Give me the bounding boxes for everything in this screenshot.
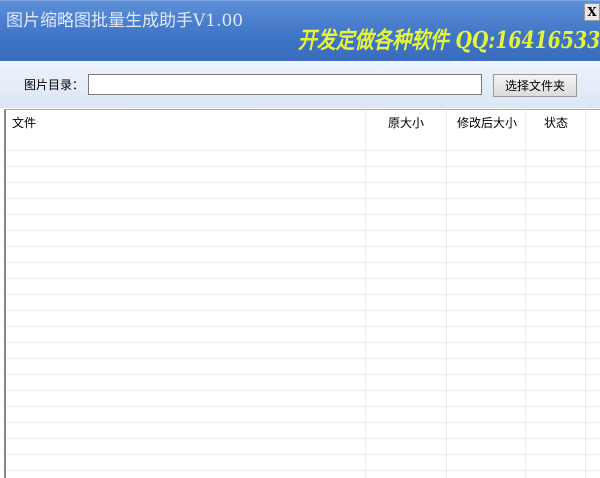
row-divider <box>6 230 600 231</box>
row-divider <box>6 198 600 199</box>
window-title: 图片缩略图批量生成助手V1.00 <box>6 11 244 31</box>
close-button[interactable]: X <box>584 3 600 21</box>
row-divider <box>6 150 600 151</box>
dir-label: 图片目录： <box>24 78 85 92</box>
row-divider <box>6 390 600 391</box>
row-divider <box>6 214 600 215</box>
select-folder-button[interactable]: 选择文件夹 <box>493 74 577 97</box>
row-divider <box>6 406 600 407</box>
column-header-status[interactable]: 状态 <box>526 110 586 136</box>
row-divider <box>6 342 600 343</box>
row-divider <box>6 246 600 247</box>
row-divider <box>6 454 600 455</box>
column-header-new-size[interactable]: 修改后大小 <box>447 110 527 136</box>
row-divider <box>6 166 600 167</box>
column-header-original-size[interactable]: 原大小 <box>366 110 446 136</box>
column-header-file[interactable]: 文件 <box>12 110 36 136</box>
row-divider <box>6 438 600 439</box>
file-list[interactable]: 文件 原大小 修改后大小 状态 <box>4 109 600 478</box>
toolbar: 图片目录： 选择文件夹 <box>0 61 600 108</box>
row-divider <box>6 262 600 263</box>
dir-input[interactable] <box>88 74 482 95</box>
row-divider <box>6 310 600 311</box>
row-divider <box>6 374 600 375</box>
row-divider <box>6 278 600 279</box>
title-bar: 图片缩略图批量生成助手V1.00 开发定做各种软件 QQ:1641653330 … <box>0 0 600 61</box>
promo-text: 开发定做各种软件 QQ:1641653330 <box>298 27 600 54</box>
row-divider <box>6 294 600 295</box>
row-divider <box>6 358 600 359</box>
row-divider <box>6 182 600 183</box>
row-divider <box>6 422 600 423</box>
row-divider <box>6 470 600 471</box>
row-divider <box>6 326 600 327</box>
